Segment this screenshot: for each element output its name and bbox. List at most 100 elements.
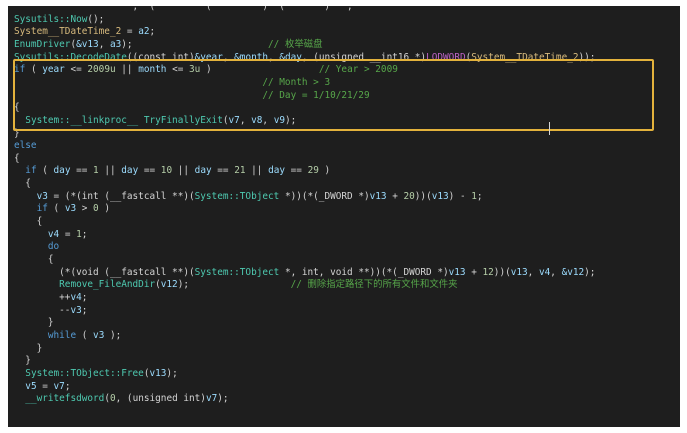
code-line[interactable]: Sysutils::Now(); [8, 13, 680, 26]
code-token: = (*(int (__fastcall **)( [47, 190, 195, 202]
code-token: v5 [25, 380, 37, 392]
code-token: + [465, 266, 483, 278]
code-token: System::TObject::Free [25, 367, 144, 379]
code-token: *, int, void **))(*(_DWORD *) [279, 266, 449, 278]
code-line[interactable]: --v3; [8, 304, 680, 317]
code-token: &month [234, 51, 269, 63]
code-line[interactable]: Remove_FileAndDir(v12); // 删除指定路径下的所有文件和… [8, 278, 680, 291]
code-line[interactable]: System::TObject::Free(v13); [8, 367, 680, 380]
code-line[interactable]: { [8, 253, 680, 266]
code-line[interactable]: { [8, 101, 680, 114]
code-token: 20 [403, 190, 415, 202]
code-token: || [172, 165, 195, 177]
code-line[interactable]: __writefsdword(0, (unsigned int)v7); [8, 392, 680, 405]
code-token: v8 [251, 114, 263, 126]
code-token: 10 [160, 165, 173, 177]
code-token: } [14, 127, 20, 139]
code-token: ); [285, 114, 297, 126]
code-token: 2009u [87, 64, 116, 76]
code-token: } [14, 317, 54, 329]
code-line[interactable]: v4 = 1; [8, 228, 680, 241]
code-token: System__TDateTime_2 [14, 26, 122, 38]
code-token: if [14, 64, 26, 76]
code-token: &year [194, 51, 223, 63]
code-line[interactable]: v3 = (*(int (__fastcall **)(System::TObj… [8, 190, 680, 203]
code-token: , (unsigned int) [115, 393, 206, 405]
code-token: v13 [510, 266, 528, 278]
code-line[interactable]: } [8, 127, 680, 140]
code-token: 3u [189, 64, 201, 76]
code-line[interactable]: ++v4; [8, 291, 680, 304]
code-token: } [14, 355, 31, 367]
code-token: v3 [70, 304, 82, 316]
code-token: ; [64, 380, 71, 392]
code-line[interactable]: // Month > 3 [8, 76, 680, 89]
code-line[interactable]: System::__linkproc__ TryFinallyExit(v7, … [8, 114, 680, 127]
code-token: Sysutils::DecodeDate [14, 51, 127, 63]
code-token: System::TObject [194, 266, 280, 278]
code-token: ) - [448, 190, 472, 202]
code-view: , ( ( ) ( ) , Sysutils::Now(); System__TD… [8, 6, 680, 427]
code-line[interactable]: } [8, 342, 680, 355]
code-token: , [527, 266, 539, 278]
code-token: ); [104, 329, 122, 341]
code-token: ) [318, 165, 331, 177]
code-line[interactable]: if ( year <= 2009u || month <= 3u ) // Y… [8, 63, 680, 76]
code-token: day [53, 165, 71, 177]
code-token: = [36, 380, 54, 392]
code-line[interactable]: } [8, 354, 680, 367]
code-line[interactable]: { [8, 152, 680, 165]
code-token: month [138, 64, 167, 76]
code-token: if [25, 165, 37, 177]
code-line[interactable]: do [8, 240, 680, 253]
code-token: > [76, 203, 94, 215]
code-token: , [239, 114, 252, 126]
code-token: { [14, 216, 43, 228]
code-token: v13 [448, 266, 466, 278]
code-line[interactable]: EnumDriver(&v13, a3); // 枚举磁盘 [8, 38, 680, 51]
code-token: ; [81, 304, 88, 316]
code-line[interactable]: System__TDateTime_2 = a2; [8, 25, 680, 38]
code-line[interactable]: v5 = v7; [8, 380, 680, 393]
code-token: do [47, 241, 60, 253]
code-line[interactable]: while ( v3 ); [8, 329, 680, 342]
code-token: , [268, 51, 280, 63]
code-token: ))( [493, 266, 511, 278]
code-token: System::__linkproc__ TryFinallyExit [25, 114, 223, 126]
code-token: == [70, 165, 94, 177]
code-token: else [14, 140, 37, 152]
code-line[interactable]: Sysutils::DecodeDate((const int)&year, &… [8, 51, 680, 64]
code-token: day [194, 165, 212, 177]
code-token: ( [25, 64, 43, 76]
code-token: 29 [307, 165, 319, 177]
code-token: == [211, 165, 235, 177]
code-token: v9 [273, 114, 285, 126]
code-editor[interactable]: , ( ( ) ( ) , Sysutils::Now(); System__TD… [8, 6, 680, 427]
code-token: v12 [160, 279, 178, 291]
code-line[interactable]: { [8, 177, 680, 190]
code-line[interactable]: { [8, 215, 680, 228]
code-token: a3 [109, 38, 122, 50]
code-line[interactable]: else [8, 139, 680, 152]
code-token: a2 [138, 26, 150, 38]
code-token: == [285, 165, 308, 177]
code-token: &v13 [76, 38, 99, 50]
code-token: -- [14, 304, 71, 316]
code-token: // 枚举磁盘 [268, 38, 323, 50]
code-line[interactable]: // Day = 1/10/21/29 [8, 89, 680, 102]
code-line[interactable]: } [8, 316, 680, 329]
code-token: v4 [70, 291, 82, 303]
code-token: == [138, 165, 161, 177]
code-line[interactable]: (*(void (__fastcall **)(System::TObject … [8, 266, 680, 279]
code-line[interactable]: if ( v3 > 0 ) [8, 202, 680, 215]
code-token: ( [47, 203, 65, 215]
code-token: 12 [482, 266, 494, 278]
code-token: v13 [431, 190, 449, 202]
code-line[interactable]: if ( day == 1 || day == 10 || day == 21 … [8, 164, 680, 177]
